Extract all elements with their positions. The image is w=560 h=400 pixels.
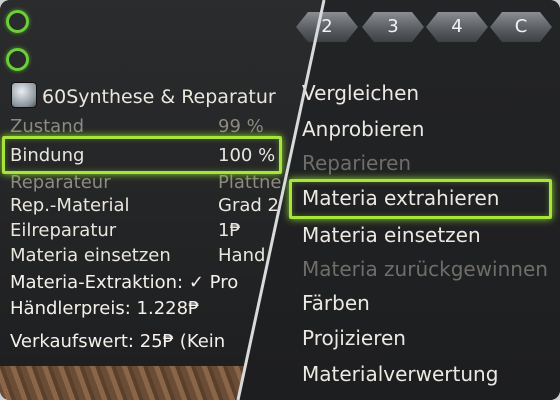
stat-label-quick-repair: Eilreparatur [10, 220, 117, 241]
materia-extraction-line: Materia-Extraktion: ✓ Pro [10, 272, 238, 293]
extraction-value: Pro [209, 272, 239, 293]
screenshot-frame: 60Synthese & Reparatur Zustand 99 % Bind… [0, 0, 560, 400]
merchant-price: Händlerpreis: 1.228₱ [10, 298, 200, 319]
stat-value-quick-repair: 1₱ [218, 220, 241, 241]
stat-label-condition: Zustand [10, 116, 85, 137]
menu-item-dye[interactable]: Färben [302, 291, 370, 315]
tab-4[interactable]: 4 [426, 12, 488, 42]
menu-item-compare[interactable]: Vergleichen [302, 81, 419, 105]
tab-c[interactable]: C [490, 12, 552, 42]
spiritbond-highlight [2, 136, 282, 174]
tab-2[interactable]: 2 [296, 12, 358, 42]
menu-item-try-on[interactable]: Anprobieren [302, 117, 424, 141]
section-header: 60Synthese & Reparatur [42, 86, 276, 108]
sell-value: Verkaufswert: 25₱ [10, 331, 175, 352]
sell-note: (Kein [179, 331, 226, 352]
menu-item-meld-materia[interactable]: Materia einsetzen [302, 223, 481, 247]
stat-value-materia-meld: Hand [218, 245, 266, 266]
extract-materia-highlight [289, 179, 552, 219]
stat-value-repairer: Plattne [218, 172, 282, 193]
menu-item-repair: Reparieren [302, 151, 412, 175]
extraction-label: Materia-Extraktion: [10, 272, 184, 293]
level-number: 60 [42, 86, 67, 108]
menu-item-retrieve-materia: Materia zurückgewinnen [302, 257, 548, 281]
stat-value-repair-material: Grad 2 [218, 195, 279, 216]
green-ring-icon [6, 10, 29, 33]
menu-item-desynthesis[interactable]: Materialverwertung [302, 362, 498, 386]
sell-value-line: Verkaufswert: 25₱ (Kein [10, 331, 225, 352]
tab-3[interactable]: 3 [362, 12, 424, 42]
stat-value-condition: 99 % [218, 116, 264, 137]
stat-label-repairer: Reparateur [10, 172, 111, 193]
section-title: Synthese & Reparatur [66, 86, 276, 108]
checkmark-icon: ✓ [188, 272, 204, 293]
crafting-class-icon [11, 82, 37, 108]
stat-label-repair-material: Rep.-Material [10, 195, 130, 216]
stat-label-materia-meld: Materia einsetzen [10, 245, 171, 266]
menu-item-glamour[interactable]: Projizieren [302, 326, 406, 350]
green-ring-icon [6, 48, 29, 71]
